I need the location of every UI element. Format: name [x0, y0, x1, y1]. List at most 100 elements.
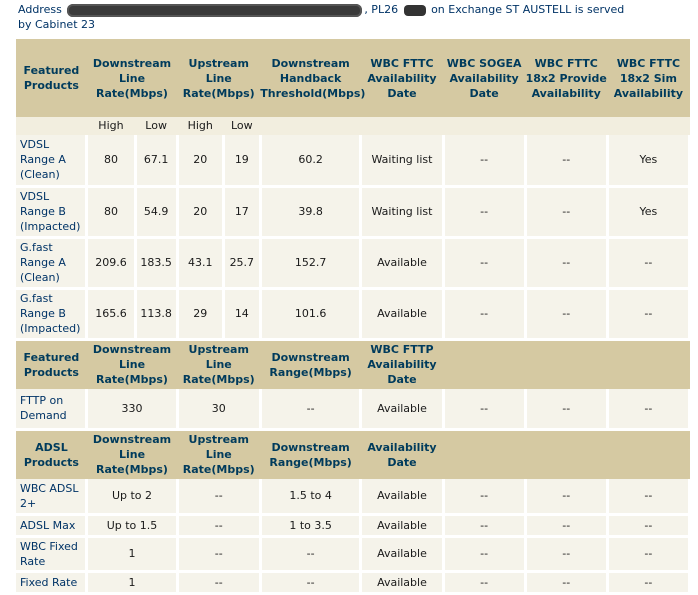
- cell-sim: Yes: [607, 135, 692, 188]
- cell-provide: --: [525, 186, 609, 239]
- col-downstream-handback: Downstream Handback Threshold(Mbps): [260, 56, 366, 100]
- col-featured-products: Featured Products: [23, 64, 80, 92]
- cell-extra-1: --: [443, 479, 527, 516]
- cell-down-low: 54.9: [135, 186, 179, 239]
- col-upstream-line-rate: Upstream Line Rate(Mbps): [182, 343, 255, 387]
- cell-sogea: --: [443, 288, 527, 341]
- cell-extra-2: --: [525, 514, 609, 538]
- col-wbc-sogea-availability: WBC SOGEA Availability Date: [446, 56, 522, 100]
- cell-down-high: 209.6: [86, 237, 137, 290]
- cell-sogea: --: [443, 135, 527, 188]
- product-name: ADSL Max: [16, 514, 89, 538]
- sub-down-high: High: [98, 119, 124, 132]
- redacted-text: [67, 3, 363, 17]
- cell-provide: --: [525, 288, 609, 341]
- product-name: VDSL Range A (Clean): [16, 135, 89, 188]
- table-row: WBC Fixed Rate 1 -- -- Available -- -- -…: [16, 536, 692, 573]
- cell-handback: 152.7: [260, 237, 363, 290]
- product-name: G.fast Range B (Impacted): [16, 288, 89, 341]
- cell-down-low: 67.1: [135, 135, 179, 188]
- cell-extra-3: --: [607, 536, 692, 573]
- cell-extra-1: --: [443, 536, 527, 573]
- table-row: ADSL Max Up to 1.5 -- 1 to 3.5 Available…: [16, 514, 692, 538]
- product-name: WBC Fixed Rate: [16, 536, 89, 573]
- col-upstream-line-rate: Upstream Line Rate(Mbps): [182, 56, 255, 100]
- cell-up-low: 19: [223, 135, 262, 188]
- cell-sogea: --: [443, 237, 527, 290]
- product-name: WBC ADSL 2+: [16, 479, 89, 516]
- cell-down: 1: [86, 536, 179, 573]
- cell-down-high: 165.6: [86, 288, 137, 341]
- cell-range: --: [260, 389, 363, 431]
- sub-up-low: Low: [230, 119, 253, 132]
- cell-up: --: [177, 536, 262, 573]
- redacted-postcode: [403, 4, 426, 16]
- cell-up-low: 14: [223, 288, 262, 341]
- cell-down-high: 80: [86, 186, 137, 239]
- cell-availability: Available: [360, 479, 445, 516]
- col-adsl-products: ADSL Products: [23, 440, 79, 469]
- cabinet-text: by Cabinet 23: [18, 18, 95, 31]
- table-row: VDSL Range B (Impacted) 80 54.9 20 17 39…: [16, 186, 692, 239]
- cell-handback: 39.8: [260, 186, 363, 239]
- cell-sim: --: [607, 288, 692, 341]
- cell-up-high: 29: [177, 288, 225, 341]
- cell-down: Up to 2: [86, 479, 179, 516]
- cell-extra-2: --: [525, 536, 609, 573]
- col-wbc-fttc-18x2-provide: WBC FTTC 18x2 Provide Availability: [525, 56, 607, 100]
- cell-sogea: --: [443, 186, 527, 239]
- col-downstream-line-rate: Downstream Line Rate(Mbps): [92, 56, 172, 100]
- col-upstream-line-rate: Upstream Line Rate(Mbps): [182, 433, 255, 477]
- table-row: G.fast Range A (Clean) 209.6 183.5 43.1 …: [16, 237, 692, 290]
- col-downstream-range: Downstream Range(Mbps): [269, 440, 352, 469]
- cell-up: --: [177, 514, 262, 538]
- product-name: G.fast Range A (Clean): [16, 237, 89, 290]
- cell-extra-2: --: [525, 479, 609, 516]
- cell-down-low: 113.8: [135, 288, 179, 341]
- product-name: VDSL Range B (Impacted): [16, 186, 89, 239]
- cell-extra-2: --: [525, 389, 609, 431]
- cell-handback: 101.6: [260, 288, 363, 341]
- table-row: VDSL Range A (Clean) 80 67.1 20 19 60.2 …: [16, 135, 692, 188]
- cell-up-high: 20: [177, 186, 225, 239]
- cell-down: 330: [86, 389, 179, 431]
- cell-extra-3: --: [607, 514, 692, 538]
- cell-up: --: [177, 479, 262, 516]
- fttc-header-row: Featured Products Downstream Line Rate(M…: [16, 39, 690, 117]
- cell-range: --: [260, 536, 363, 573]
- cell-sim: Yes: [607, 186, 692, 239]
- col-downstream-range: Downstream Range(Mbps): [269, 350, 352, 379]
- sub-up-high: High: [187, 119, 213, 132]
- cell-up-high: 20: [177, 135, 225, 188]
- cell-fttc: Waiting list: [360, 135, 445, 188]
- cell-provide: --: [525, 237, 609, 290]
- exchange-text: on Exchange ST AUSTELL is served: [431, 3, 625, 16]
- cell-up-low: 17: [223, 186, 262, 239]
- col-downstream-line-rate: Downstream Line Rate(Mbps): [92, 343, 172, 387]
- cell-provide: --: [525, 135, 609, 188]
- address-line: Address , PL26 on Exchange ST AUSTELL is…: [18, 2, 688, 32]
- fttc-subheader-row: High Low High Low: [16, 117, 690, 135]
- fttp-header-row: Featured Products Downstream Line Rate(M…: [16, 339, 690, 389]
- cell-handback: 60.2: [260, 135, 363, 188]
- cell-availability: Available: [360, 536, 445, 573]
- col-wbc-fttp-availability: WBC FTTP Availability Date: [367, 343, 437, 387]
- cell-availability: Available: [360, 514, 445, 538]
- cell-extra-1: --: [443, 514, 527, 538]
- cell-down-high: 80: [86, 135, 137, 188]
- cell-fttc: Waiting list: [360, 186, 445, 239]
- cell-down: Up to 1.5: [86, 514, 179, 538]
- address-prefix: Address: [18, 3, 62, 16]
- col-availability-date: Availability Date: [367, 440, 437, 469]
- table-row: FTTP on Demand 330 30 -- Available -- --…: [16, 389, 692, 431]
- cell-range: 1.5 to 4: [260, 479, 363, 516]
- cell-range: 1 to 3.5: [260, 514, 363, 538]
- cell-fttc: Available: [360, 237, 445, 290]
- cell-up-low: 25.7: [223, 237, 262, 290]
- table-row: WBC ADSL 2+ Up to 2 -- 1.5 to 4 Availabl…: [16, 479, 692, 516]
- cell-extra-1: --: [443, 389, 527, 431]
- cell-up: 30: [177, 389, 262, 431]
- table-row: G.fast Range B (Impacted) 165.6 113.8 29…: [16, 288, 692, 341]
- cell-sim: --: [607, 237, 692, 290]
- cell-up-high: 43.1: [177, 237, 225, 290]
